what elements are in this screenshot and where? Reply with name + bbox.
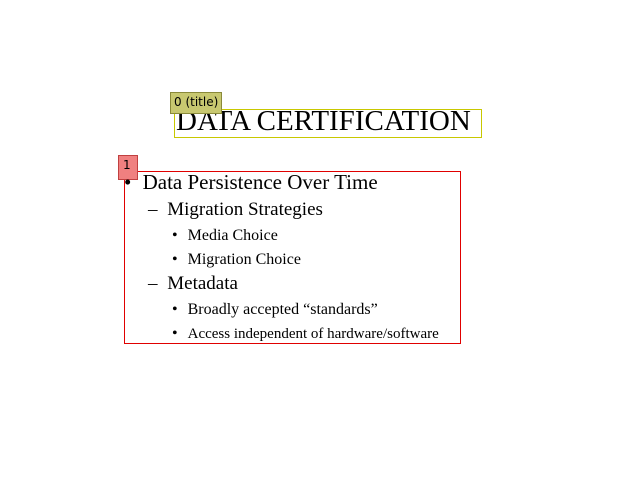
bullet-text: Migration Choice [187, 251, 301, 268]
bullet-text: Access independent of hardware/software [187, 326, 439, 342]
bullet-level2: – Metadata [148, 273, 238, 295]
bullet-level1: • Data Persistence Over Time [124, 170, 378, 194]
bullet-text: Broadly accepted “standards” [187, 301, 378, 318]
bullet-marker: • [172, 301, 178, 318]
slide: DATA CERTIFICATION 0 (title) 1 • Data Pe… [0, 0, 640, 480]
bullet-text: Data Persistence Over Time [142, 170, 378, 194]
bullet-level2: – Migration Strategies [148, 199, 323, 221]
title-annotation-tag: 0 (title) [170, 92, 223, 114]
bullet-marker: – [148, 199, 158, 220]
bullet-marker: • [124, 170, 132, 194]
bullet-level3: • Migration Choice [172, 250, 301, 269]
bullet-text: Migration Strategies [167, 199, 323, 220]
bullet-marker: • [172, 227, 178, 244]
bullet-marker: • [172, 251, 178, 268]
bullet-marker: • [172, 325, 178, 342]
bullet-text: Metadata [167, 273, 238, 294]
bullet-level3: • Access independent of hardware/softwar… [172, 324, 439, 344]
bullet-marker: – [148, 273, 158, 294]
bullet-text: Media Choice [187, 227, 278, 244]
bullet-level3: • Media Choice [172, 226, 278, 245]
bullet-level3: • Broadly accepted “standards” [172, 300, 378, 319]
